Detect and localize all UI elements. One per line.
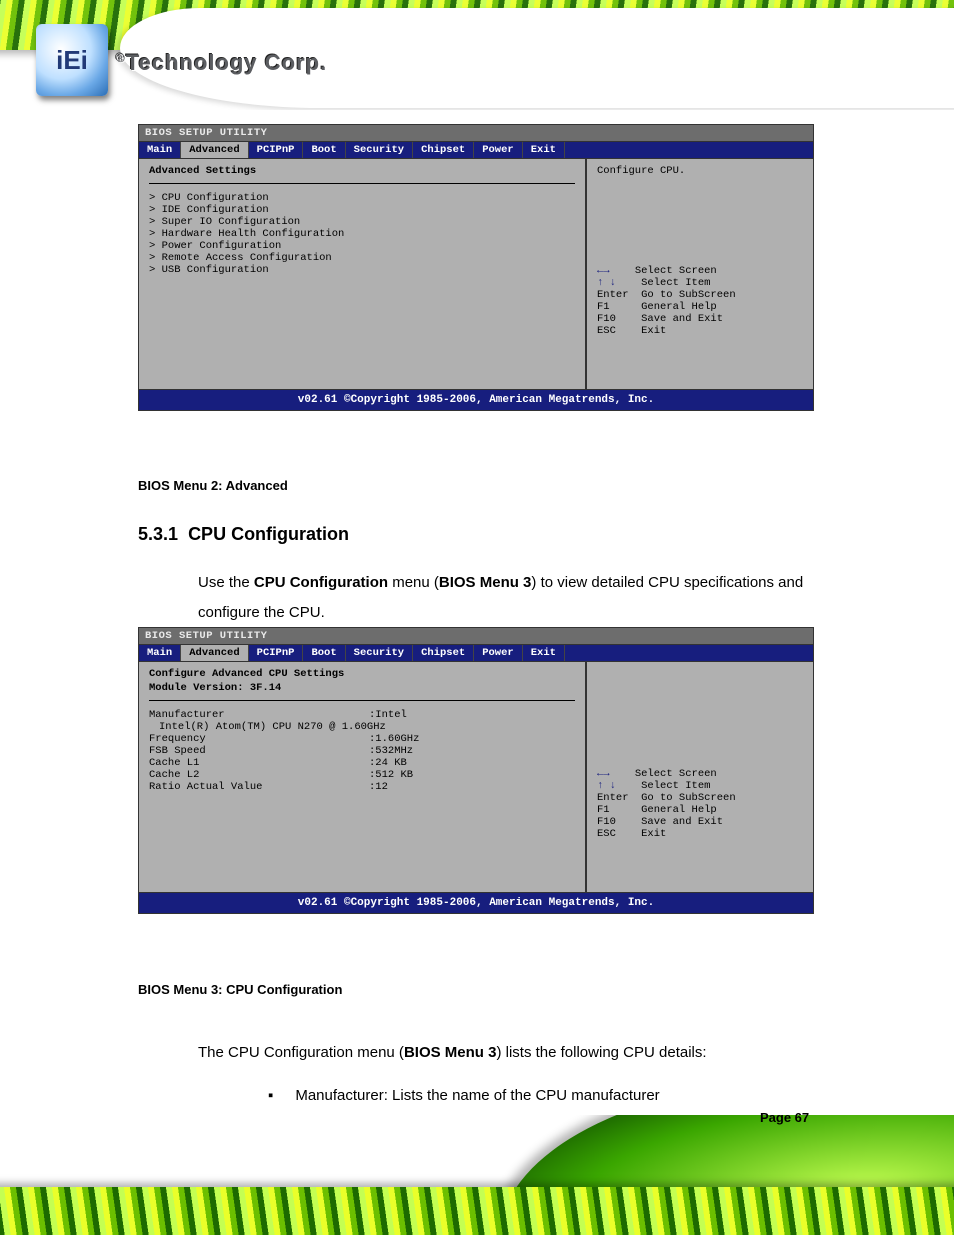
submenu-hwhealth[interactable]: > Hardware Health Configuration — [149, 228, 575, 240]
submenu-cpu[interactable]: > CPU Configuration — [149, 192, 575, 204]
bios-title: BIOS SETUP UTILITY — [139, 628, 813, 645]
submenu-superio[interactable]: > Super IO Configuration — [149, 216, 575, 228]
submenu-usb[interactable]: > USB Configuration — [149, 264, 575, 276]
registered-icon: ® — [116, 51, 126, 65]
bios-left-pane: Advanced Settings > CPU Configuration > … — [139, 159, 587, 389]
iei-logo: iEi — [36, 24, 108, 96]
tab-boot[interactable]: Boot — [303, 645, 345, 661]
cpu-ratio: Ratio Actual Value:12 — [149, 781, 575, 793]
module-version: Module Version: 3F.14 — [149, 682, 575, 694]
arrows-horizontal-icon: ←→ — [597, 768, 610, 780]
bullet-list: ▪Manufacturer: Lists the name of the CPU… — [268, 1082, 660, 1109]
tab-pcipnp[interactable]: PCIPnP — [249, 142, 304, 158]
tab-main[interactable]: Main — [139, 142, 181, 158]
bios-title: BIOS SETUP UTILITY — [139, 125, 813, 142]
arrows-vertical-icon: ↑ ↓ — [597, 277, 616, 289]
tab-security[interactable]: Security — [346, 645, 413, 661]
arrows-horizontal-icon: ←→ — [597, 265, 610, 277]
cpu-l2: Cache L2:512 KB — [149, 769, 575, 781]
tab-advanced[interactable]: Advanced — [181, 142, 248, 158]
tab-chipset[interactable]: Chipset — [413, 645, 474, 661]
cpu-frequency: Frequency:1.60GHz — [149, 733, 575, 745]
section-heading-531: 5.3.1 CPU Configuration — [138, 524, 349, 545]
section-heading: Advanced Settings — [149, 165, 575, 177]
bios-right-pane: ←→ Select Screen ↑ ↓ Select Item Enter G… — [587, 662, 813, 892]
bios-tab-strip: Main Advanced PCIPnP Boot Security Chips… — [139, 142, 813, 159]
header-banner: iEi ®®Technology Corp.Technology Corp. — [0, 0, 954, 110]
figure-caption-2: BIOS Menu 3: CPU Configuration — [138, 982, 814, 997]
pcb-texture-bottom — [0, 1187, 954, 1235]
submenu-power[interactable]: > Power Configuration — [149, 240, 575, 252]
tab-chipset[interactable]: Chipset — [413, 142, 474, 158]
tab-security[interactable]: Security — [346, 142, 413, 158]
divider — [149, 183, 575, 184]
bullet-icon: ▪ — [268, 1087, 273, 1104]
bios-left-pane: Configure Advanced CPU Settings Module V… — [139, 662, 587, 892]
bios-tab-strip: Main Advanced PCIPnP Boot Security Chips… — [139, 645, 813, 662]
bios-right-pane: Configure CPU. ←→ Select Screen ↑ ↓ Sele… — [587, 159, 813, 389]
bios-footer: v02.61 ©Copyright 1985-2006, American Me… — [139, 389, 813, 410]
figure-caption-1: BIOS Menu 2: Advanced — [138, 478, 814, 493]
body-paragraph-2: The CPU Configuration menu (BIOS Menu 3)… — [198, 1038, 828, 1068]
cpu-l1: Cache L1:24 KB — [149, 757, 575, 769]
tab-exit[interactable]: Exit — [523, 142, 565, 158]
bios-panel-advanced: BIOS SETUP UTILITY Main Advanced PCIPnP … — [138, 124, 814, 411]
cpu-brand-string: Intel(R) Atom(TM) CPU N270 @ 1.60GHz — [149, 721, 575, 733]
body-paragraph-1: Use the CPU Configuration menu (BIOS Men… — [198, 568, 828, 628]
submenu-remote[interactable]: > Remote Access Configuration — [149, 252, 575, 264]
key-help: ←→ Select Screen ↑ ↓ Select Item Enter G… — [597, 768, 803, 840]
tab-main[interactable]: Main — [139, 645, 181, 661]
bios-footer: v02.61 ©Copyright 1985-2006, American Me… — [139, 892, 813, 913]
page-number: Page 67 — [760, 1110, 809, 1125]
tab-power[interactable]: Power — [474, 142, 523, 158]
submenu-ide[interactable]: > IDE Configuration — [149, 204, 575, 216]
arrows-vertical-icon: ↑ ↓ — [597, 780, 616, 792]
item-hint: Configure CPU. — [597, 165, 803, 265]
bios-panel-cpu-config: BIOS SETUP UTILITY Main Advanced PCIPnP … — [138, 627, 814, 914]
tab-boot[interactable]: Boot — [303, 142, 345, 158]
divider — [149, 700, 575, 701]
footer-banner — [0, 1115, 954, 1235]
tab-exit[interactable]: Exit — [523, 645, 565, 661]
item-hint — [597, 668, 803, 768]
bullet-manufacturer: ▪Manufacturer: Lists the name of the CPU… — [268, 1082, 660, 1109]
tab-advanced[interactable]: Advanced — [181, 645, 248, 661]
tab-power[interactable]: Power — [474, 645, 523, 661]
tab-pcipnp[interactable]: PCIPnP — [249, 645, 304, 661]
key-help: ←→ Select Screen ↑ ↓ Select Item Enter G… — [597, 265, 803, 337]
brand-text: ®®Technology Corp.Technology Corp. — [116, 52, 327, 74]
cpu-fsb: FSB Speed:532MHz — [149, 745, 575, 757]
cpu-manufacturer: Manufacturer:Intel — [149, 709, 575, 721]
section-heading: Configure Advanced CPU Settings — [149, 668, 575, 680]
